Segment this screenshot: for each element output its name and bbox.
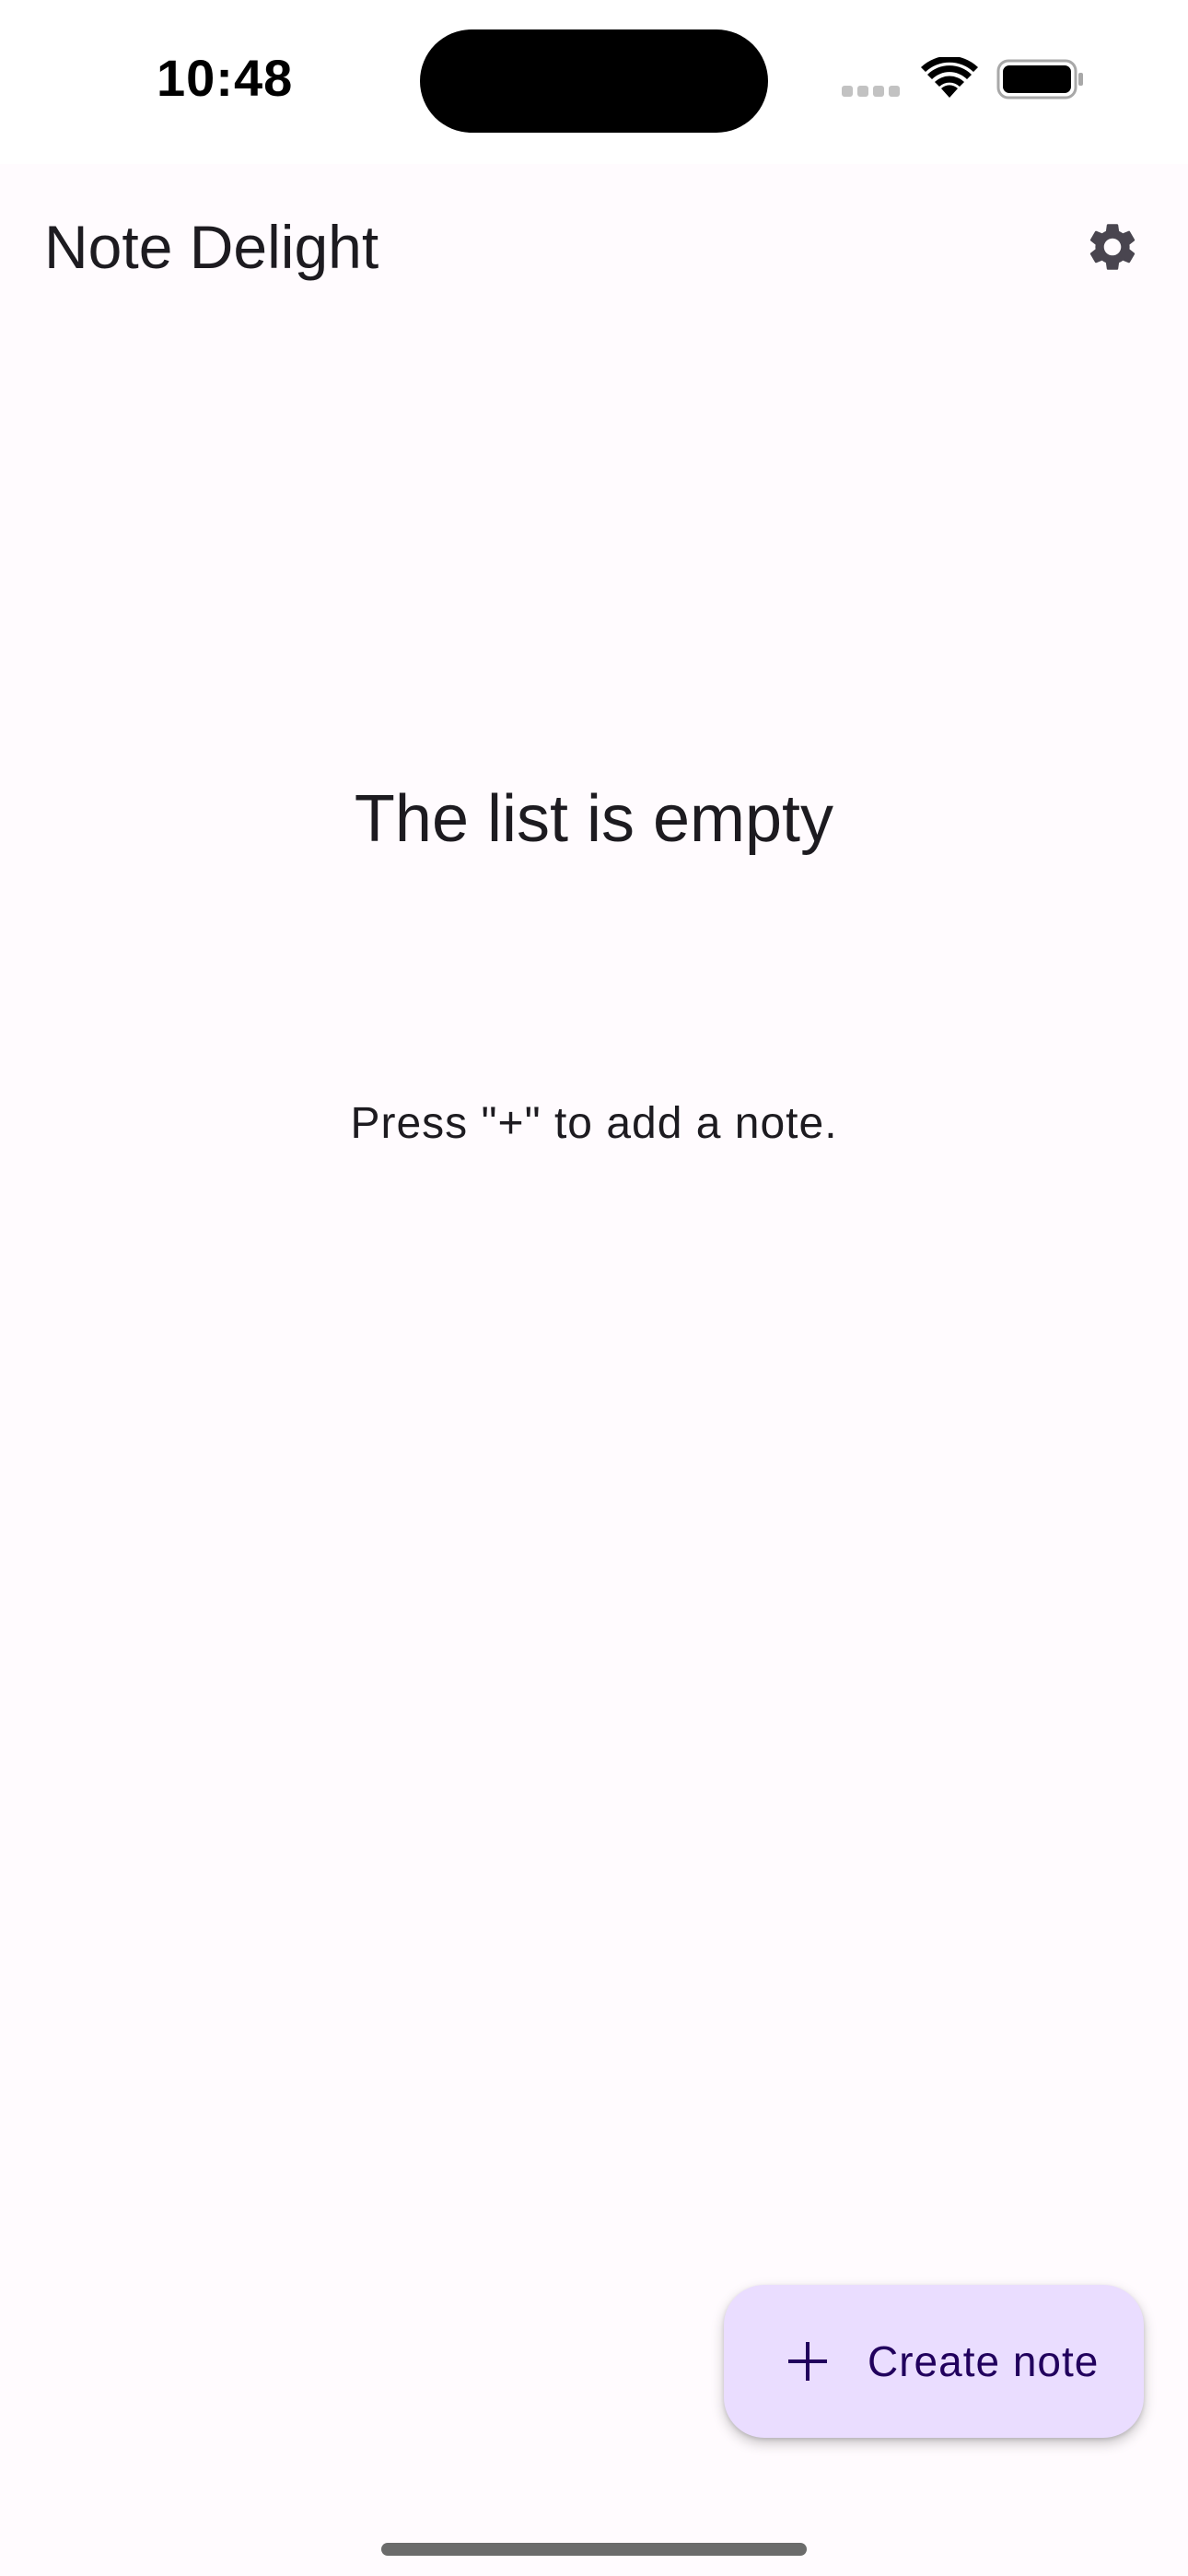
create-note-button[interactable]: Create note — [724, 2285, 1144, 2438]
status-time: 10:48 — [157, 49, 294, 107]
gear-icon — [1089, 224, 1136, 270]
battery-icon — [996, 59, 1085, 100]
plus-icon — [788, 2342, 827, 2381]
status-bar: 10:48 — [0, 0, 1188, 164]
home-indicator[interactable] — [381, 2543, 807, 2556]
app-bar: Note Delight — [0, 164, 1188, 341]
wifi-icon — [921, 55, 978, 100]
empty-state-title: The list is empty — [354, 782, 834, 856]
empty-state-subtitle: Press "+" to add a note. — [350, 1099, 838, 1148]
signal-icon — [842, 85, 906, 98]
screen: 10:48 Note Delight The list is empty Pre… — [0, 0, 1188, 2576]
dynamic-island — [420, 29, 768, 133]
settings-button[interactable] — [1068, 203, 1157, 291]
create-note-label: Create note — [868, 2337, 1100, 2385]
app-title: Note Delight — [44, 213, 379, 281]
